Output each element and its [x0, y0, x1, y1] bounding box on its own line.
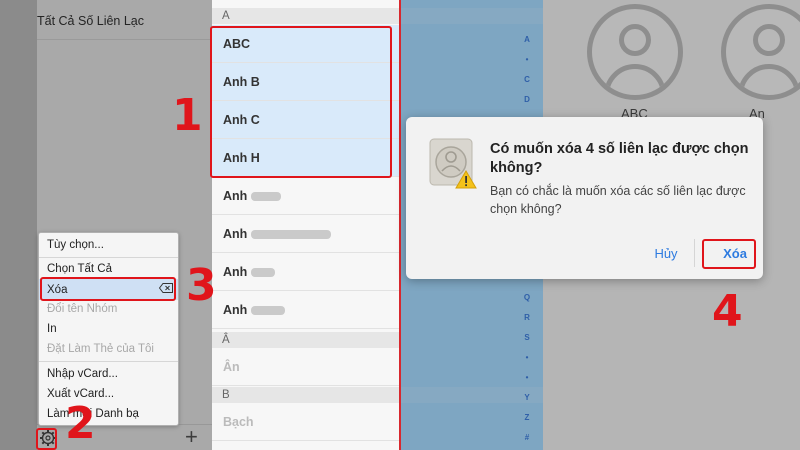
section-header: A [212, 8, 400, 24]
menu-separator [39, 257, 178, 258]
dialog-title: Có muốn xóa 4 số liên lạc được chọn khôn… [490, 141, 749, 176]
contact-name: Anh [223, 265, 248, 279]
index-letter[interactable]: Z [522, 413, 532, 422]
contact-name: Anh [223, 189, 248, 203]
section-header: B [212, 387, 400, 403]
step-number: 2 [65, 398, 96, 449]
avatar [587, 4, 683, 100]
cancel-button[interactable]: Hủy [644, 243, 688, 265]
blurred-name [251, 192, 282, 202]
step-number: 1 [172, 90, 203, 141]
avatar [721, 4, 800, 100]
index-letter[interactable]: • [522, 353, 532, 362]
highlight-gear-button [36, 428, 57, 450]
button-divider [694, 239, 695, 267]
blurred-name [251, 230, 332, 240]
contacts-warning-icon [429, 138, 477, 189]
contact-name: Anh [223, 303, 248, 317]
highlight-delete-button [702, 239, 756, 269]
index-letter[interactable]: Y [522, 393, 532, 402]
menu-item-import-vcard[interactable]: Nhập vCard... [47, 366, 118, 382]
contact-row[interactable]: Ân [212, 348, 400, 386]
index-letter[interactable]: R [522, 313, 532, 322]
index-letter[interactable]: • [522, 55, 532, 64]
window-left-edge [0, 0, 37, 450]
blurred-name [251, 306, 286, 316]
index-letter[interactable]: A [522, 35, 532, 44]
menu-item-rename-group: Đổi tên Nhóm [47, 303, 118, 315]
index-letter[interactable]: S [522, 333, 532, 342]
highlight-delete-menu-item [40, 277, 176, 301]
section-header: Â [212, 332, 400, 348]
menu-item-select-all[interactable]: Chọn Tất Cả [47, 261, 112, 277]
step-number: 4 [712, 286, 743, 337]
contact-name: Anh [223, 227, 248, 241]
contact-row[interactable]: Bạch [212, 403, 400, 441]
index-letter[interactable]: Q [522, 293, 532, 302]
index-letter[interactable]: D [522, 95, 532, 104]
highlight-selected-contacts [210, 26, 392, 178]
contact-row[interactable]: Anh [212, 177, 400, 215]
dialog-message: Bạn có chắc là muốn xóa các số liên lạc … [490, 184, 746, 216]
contact-row[interactable]: Anh [212, 253, 400, 291]
menu-item-preferences[interactable]: Tùy chọn... [47, 237, 104, 253]
settings-context-menu: Tùy chọn... Chọn Tất Cả Xóa Đổi tên Nhóm… [38, 232, 179, 426]
index-section-band [400, 8, 543, 24]
index-letter[interactable]: C [522, 75, 532, 84]
menu-item-print[interactable]: In [47, 321, 57, 337]
blurred-name [251, 268, 276, 278]
sidebar-footer: + [37, 424, 212, 450]
menu-separator [39, 361, 178, 362]
menu-item-make-my-card: Đặt Làm Thẻ của Tôi [47, 343, 154, 355]
index-letter[interactable]: • [522, 373, 532, 382]
contact-row[interactable]: Anh [212, 215, 400, 253]
step-number: 3 [186, 260, 217, 311]
add-contact-button[interactable]: + [185, 425, 198, 449]
group-all-contacts[interactable]: Tất Cả Số Liên Lạc [37, 0, 212, 40]
contact-row[interactable]: Anh [212, 291, 400, 329]
annotation-divider [399, 0, 401, 450]
index-letter[interactable]: # [522, 433, 532, 442]
